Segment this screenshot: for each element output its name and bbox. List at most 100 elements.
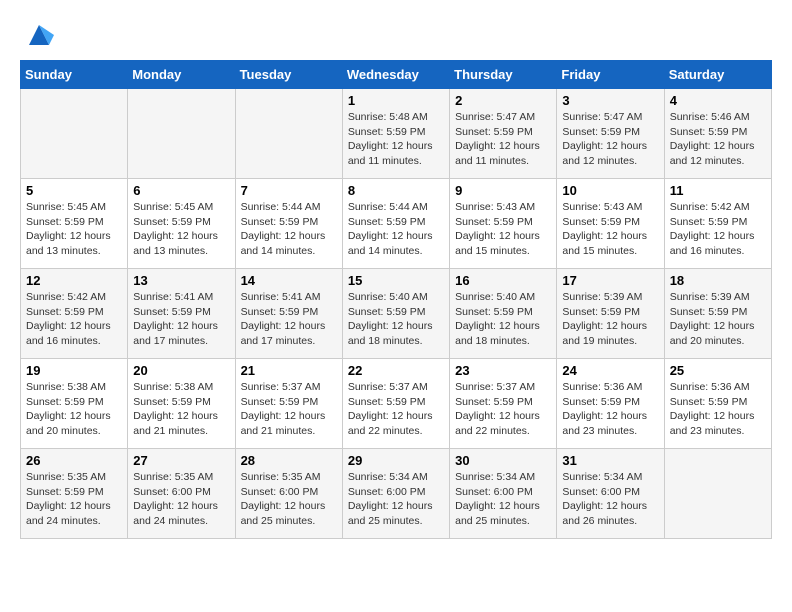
day-number: 30 (455, 453, 551, 468)
day-info: Sunrise: 5:46 AM Sunset: 5:59 PM Dayligh… (670, 110, 766, 169)
day-info: Sunrise: 5:35 AM Sunset: 5:59 PM Dayligh… (26, 470, 122, 529)
calendar-week-row: 1 Sunrise: 5:48 AM Sunset: 5:59 PM Daylig… (21, 89, 772, 179)
day-number: 28 (241, 453, 337, 468)
calendar-day-cell (128, 89, 235, 179)
calendar-day-cell (21, 89, 128, 179)
calendar-day-cell: 15 Sunrise: 5:40 AM Sunset: 5:59 PM Dayli… (342, 269, 449, 359)
day-info: Sunrise: 5:43 AM Sunset: 5:59 PM Dayligh… (562, 200, 658, 259)
day-number: 25 (670, 363, 766, 378)
calendar-day-cell: 13 Sunrise: 5:41 AM Sunset: 5:59 PM Dayli… (128, 269, 235, 359)
calendar-day-cell: 5 Sunrise: 5:45 AM Sunset: 5:59 PM Daylig… (21, 179, 128, 269)
calendar-day-cell: 10 Sunrise: 5:43 AM Sunset: 5:59 PM Dayli… (557, 179, 664, 269)
day-of-week-header: Thursday (450, 61, 557, 89)
day-number: 2 (455, 93, 551, 108)
day-info: Sunrise: 5:47 AM Sunset: 5:59 PM Dayligh… (455, 110, 551, 169)
calendar-day-cell: 2 Sunrise: 5:47 AM Sunset: 5:59 PM Daylig… (450, 89, 557, 179)
calendar-week-row: 26 Sunrise: 5:35 AM Sunset: 5:59 PM Dayli… (21, 449, 772, 539)
day-number: 4 (670, 93, 766, 108)
day-number: 26 (26, 453, 122, 468)
day-number: 21 (241, 363, 337, 378)
calendar-day-cell: 29Sunrise: 5:34 AM Sunset: 6:00 PM Dayli… (342, 449, 449, 539)
calendar-day-cell: 4 Sunrise: 5:46 AM Sunset: 5:59 PM Daylig… (664, 89, 771, 179)
day-info: Sunrise: 5:34 AM Sunset: 6:00 PM Dayligh… (562, 470, 658, 529)
day-number: 7 (241, 183, 337, 198)
day-info: Sunrise: 5:40 AM Sunset: 5:59 PM Dayligh… (348, 290, 444, 349)
calendar-day-cell: 26 Sunrise: 5:35 AM Sunset: 5:59 PM Dayli… (21, 449, 128, 539)
calendar-day-cell: 19 Sunrise: 5:38 AM Sunset: 5:59 PM Dayli… (21, 359, 128, 449)
day-info: Sunrise: 5:38 AM Sunset: 5:59 PM Dayligh… (133, 380, 229, 439)
day-number: 23 (455, 363, 551, 378)
day-number: 17 (562, 273, 658, 288)
day-info: Sunrise: 5:39 AM Sunset: 5:59 PM Dayligh… (670, 290, 766, 349)
day-info: Sunrise: 5:37 AM Sunset: 5:59 PM Dayligh… (348, 380, 444, 439)
day-of-week-header: Tuesday (235, 61, 342, 89)
calendar-day-cell (235, 89, 342, 179)
day-number: 3 (562, 93, 658, 108)
calendar-week-row: 12 Sunrise: 5:42 AM Sunset: 5:59 PM Dayli… (21, 269, 772, 359)
day-info: Sunrise: 5:43 AM Sunset: 5:59 PM Dayligh… (455, 200, 551, 259)
calendar-day-cell: 18 Sunrise: 5:39 AM Sunset: 5:59 PM Dayli… (664, 269, 771, 359)
day-number: 29 (348, 453, 444, 468)
day-number: 1 (348, 93, 444, 108)
day-info: Sunrise: 5:34 AM Sunset: 6:00 PM Dayligh… (455, 470, 551, 529)
day-number: 18 (670, 273, 766, 288)
day-number: 31 (562, 453, 658, 468)
day-info: Sunrise: 5:42 AM Sunset: 5:59 PM Dayligh… (670, 200, 766, 259)
calendar-day-cell: 9 Sunrise: 5:43 AM Sunset: 5:59 PM Daylig… (450, 179, 557, 269)
day-info: Sunrise: 5:41 AM Sunset: 5:59 PM Dayligh… (133, 290, 229, 349)
logo-icon (24, 20, 54, 50)
calendar-day-cell: 20Sunrise: 5:38 AM Sunset: 5:59 PM Dayli… (128, 359, 235, 449)
day-of-week-header: Monday (128, 61, 235, 89)
day-number: 8 (348, 183, 444, 198)
day-number: 12 (26, 273, 122, 288)
day-number: 11 (670, 183, 766, 198)
calendar-day-cell: 17 Sunrise: 5:39 AM Sunset: 5:59 PM Dayli… (557, 269, 664, 359)
day-number: 6 (133, 183, 229, 198)
day-info: Sunrise: 5:39 AM Sunset: 5:59 PM Dayligh… (562, 290, 658, 349)
calendar-day-cell: 11 Sunrise: 5:42 AM Sunset: 5:59 PM Dayli… (664, 179, 771, 269)
day-number: 5 (26, 183, 122, 198)
day-info: Sunrise: 5:37 AM Sunset: 5:59 PM Dayligh… (455, 380, 551, 439)
calendar-day-cell: 27Sunrise: 5:35 AM Sunset: 6:00 PM Dayli… (128, 449, 235, 539)
day-info: Sunrise: 5:36 AM Sunset: 5:59 PM Dayligh… (562, 380, 658, 439)
day-number: 19 (26, 363, 122, 378)
day-info: Sunrise: 5:41 AM Sunset: 5:59 PM Dayligh… (241, 290, 337, 349)
calendar-day-cell: 24 Sunrise: 5:36 AM Sunset: 5:59 PM Dayli… (557, 359, 664, 449)
day-number: 16 (455, 273, 551, 288)
calendar-day-cell: 21 Sunrise: 5:37 AM Sunset: 5:59 PM Dayli… (235, 359, 342, 449)
day-number: 14 (241, 273, 337, 288)
calendar-day-cell: 22 Sunrise: 5:37 AM Sunset: 5:59 PM Dayli… (342, 359, 449, 449)
calendar-day-cell: 14 Sunrise: 5:41 AM Sunset: 5:59 PM Dayli… (235, 269, 342, 359)
calendar-day-cell: 7 Sunrise: 5:44 AM Sunset: 5:59 PM Daylig… (235, 179, 342, 269)
calendar-week-row: 5 Sunrise: 5:45 AM Sunset: 5:59 PM Daylig… (21, 179, 772, 269)
calendar-day-cell: 3Sunrise: 5:47 AM Sunset: 5:59 PM Daylig… (557, 89, 664, 179)
calendar-day-cell: 31 Sunrise: 5:34 AM Sunset: 6:00 PM Dayli… (557, 449, 664, 539)
day-info: Sunrise: 5:36 AM Sunset: 5:59 PM Dayligh… (670, 380, 766, 439)
day-of-week-header: Friday (557, 61, 664, 89)
day-info: Sunrise: 5:44 AM Sunset: 5:59 PM Dayligh… (348, 200, 444, 259)
calendar: SundayMondayTuesdayWednesdayThursdayFrid… (20, 60, 772, 539)
calendar-day-cell: 6Sunrise: 5:45 AM Sunset: 5:59 PM Daylig… (128, 179, 235, 269)
day-info: Sunrise: 5:48 AM Sunset: 5:59 PM Dayligh… (348, 110, 444, 169)
calendar-day-cell: 16Sunrise: 5:40 AM Sunset: 5:59 PM Dayli… (450, 269, 557, 359)
day-number: 15 (348, 273, 444, 288)
day-info: Sunrise: 5:44 AM Sunset: 5:59 PM Dayligh… (241, 200, 337, 259)
day-number: 13 (133, 273, 229, 288)
calendar-day-cell: 23 Sunrise: 5:37 AM Sunset: 5:59 PM Dayli… (450, 359, 557, 449)
day-info: Sunrise: 5:38 AM Sunset: 5:59 PM Dayligh… (26, 380, 122, 439)
day-info: Sunrise: 5:35 AM Sunset: 6:00 PM Dayligh… (241, 470, 337, 529)
day-info: Sunrise: 5:37 AM Sunset: 5:59 PM Dayligh… (241, 380, 337, 439)
day-of-week-header: Sunday (21, 61, 128, 89)
calendar-day-cell: 28 Sunrise: 5:35 AM Sunset: 6:00 PM Dayli… (235, 449, 342, 539)
logo (20, 20, 54, 50)
header (20, 20, 772, 50)
calendar-day-cell (664, 449, 771, 539)
day-info: Sunrise: 5:35 AM Sunset: 6:00 PM Dayligh… (133, 470, 229, 529)
calendar-header-row: SundayMondayTuesdayWednesdayThursdayFrid… (21, 61, 772, 89)
day-info: Sunrise: 5:42 AM Sunset: 5:59 PM Dayligh… (26, 290, 122, 349)
day-info: Sunrise: 5:45 AM Sunset: 5:59 PM Dayligh… (26, 200, 122, 259)
day-number: 10 (562, 183, 658, 198)
day-number: 9 (455, 183, 551, 198)
day-number: 22 (348, 363, 444, 378)
day-number: 24 (562, 363, 658, 378)
